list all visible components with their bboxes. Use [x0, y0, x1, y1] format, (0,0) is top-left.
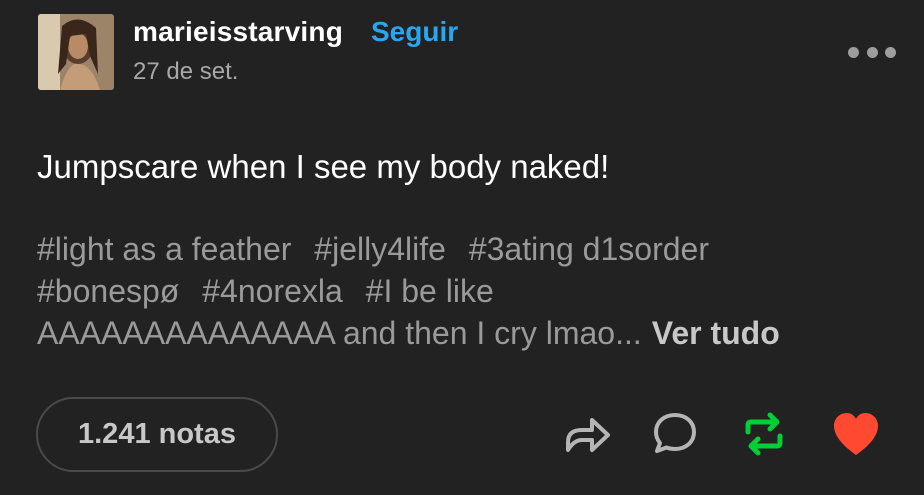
heart-icon[interactable]: [830, 410, 882, 458]
notes-button[interactable]: 1.241 notas: [36, 397, 278, 472]
reblog-icon[interactable]: [738, 410, 790, 458]
post-date: 27 de set.: [133, 58, 239, 85]
dot: [866, 46, 878, 58]
post-body: Jumpscare when I see my body naked!: [37, 148, 610, 185]
tag-tail[interactable]: AAAAAAAAAAAAAA and then I cry lmao...: [37, 315, 642, 351]
follow-button[interactable]: Seguir: [371, 16, 458, 48]
tag[interactable]: #light as a feather: [37, 231, 291, 267]
avatar[interactable]: [38, 14, 114, 90]
tag[interactable]: #3ating d1sorder: [469, 231, 709, 267]
reply-icon[interactable]: [652, 410, 698, 456]
tag-list: #light as a feather #jelly4life #3ating …: [37, 228, 897, 354]
see-all-link[interactable]: Ver tudo: [652, 315, 780, 351]
tag[interactable]: #jelly4life: [314, 231, 446, 267]
dot: [885, 46, 896, 58]
username[interactable]: marieisstarving: [133, 16, 343, 48]
tag[interactable]: #I be like: [366, 273, 494, 309]
more-dots-icon[interactable]: [848, 38, 896, 66]
tag[interactable]: #bonespø: [37, 273, 179, 309]
tag[interactable]: #4norexla: [202, 273, 343, 309]
dot: [848, 46, 859, 58]
share-icon[interactable]: [562, 412, 612, 456]
